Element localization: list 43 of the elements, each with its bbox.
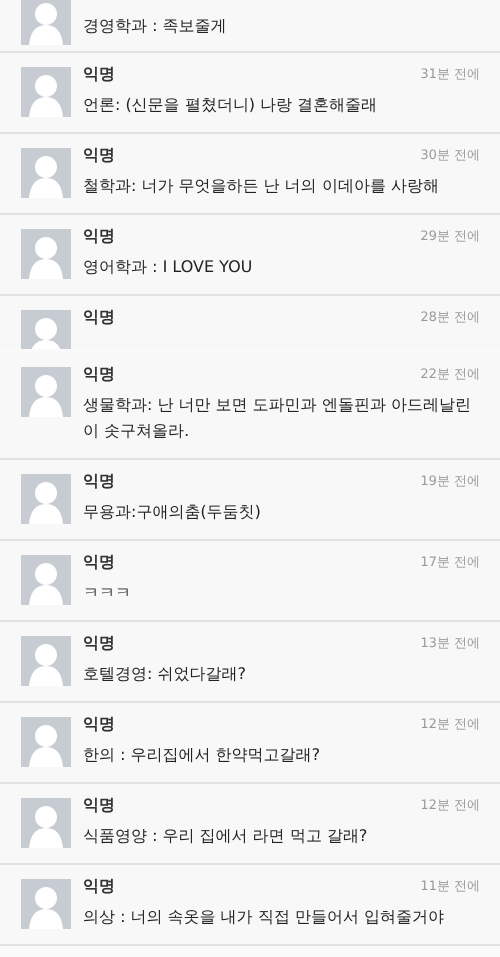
comment-text: 경영학과 : 족보줄게: [83, 15, 228, 37]
comment-text: 의상 : 너의 속옷을 내가 직접 만들어서 입혀줄거야: [83, 906, 445, 928]
author-name: 익명: [83, 714, 115, 734]
author-name: 익명: [83, 144, 115, 166]
avatar-icon: [21, 717, 71, 767]
comment-text: 철학과: 너가 무엇을하든 난 너의 이데아를 사랑해: [83, 175, 440, 197]
comment-text: 생물학과: 난 너만 보면 도파민과 엔돌핀과 아드레날린이 솟구쳐올라.: [83, 394, 472, 442]
comment-time: 11분 전에: [420, 878, 480, 895]
avatar-icon: [21, 555, 71, 605]
comment-time: 17분 전에: [420, 554, 480, 571]
author-name: 익명: [83, 306, 115, 328]
author-name: 익명: [83, 552, 115, 572]
comment-text: 언론: (신문을 펼쳤더니) 나랑 결혼해줄래: [83, 94, 378, 116]
avatar-icon: [21, 67, 71, 117]
comment-time: 12분 전에: [420, 716, 480, 733]
comment-time: 28분 전에: [420, 309, 480, 326]
comment-time: 30분 전에: [420, 147, 480, 164]
author-name: 익명: [83, 876, 115, 896]
author-name: 익명: [83, 632, 115, 654]
author-name: 익명: [83, 364, 115, 384]
avatar-icon: [21, 798, 71, 848]
avatar-icon: [21, 367, 71, 417]
author-name: 익명: [83, 64, 115, 84]
avatar-icon: [21, 474, 71, 524]
comment-time: 31분 전에: [420, 66, 480, 83]
comment-time: 12분 전에: [420, 797, 480, 814]
author-name: 익명: [83, 794, 115, 816]
comment-text: 식품영양 : 우리 집에서 라면 먹고 갈래?: [83, 825, 368, 847]
comment-text: 한의 : 우리집에서 한약먹고갈래?: [83, 744, 322, 766]
comment-text: 호텔경영: 쉬었다갈래?: [83, 663, 247, 685]
avatar-icon: [21, 148, 71, 198]
avatar-icon: [21, 879, 71, 929]
avatar-icon: [21, 229, 71, 279]
comment-time: 22분 전에: [420, 366, 480, 383]
avatar-icon: [21, 636, 71, 686]
comment-time: 19분 전에: [420, 473, 480, 490]
comment-time: 29분 전에: [420, 228, 480, 245]
author-name: 익명: [83, 226, 115, 246]
author-name: 익명: [83, 470, 115, 492]
comment-time: 13분 전에: [420, 635, 480, 652]
comment-text: ㅋㅋㅋ: [83, 582, 132, 604]
comment-text: 무용과:구애의춤(두둠칫): [83, 501, 262, 523]
comment-text: 영어학과 : I LOVE YOU: [83, 256, 254, 278]
